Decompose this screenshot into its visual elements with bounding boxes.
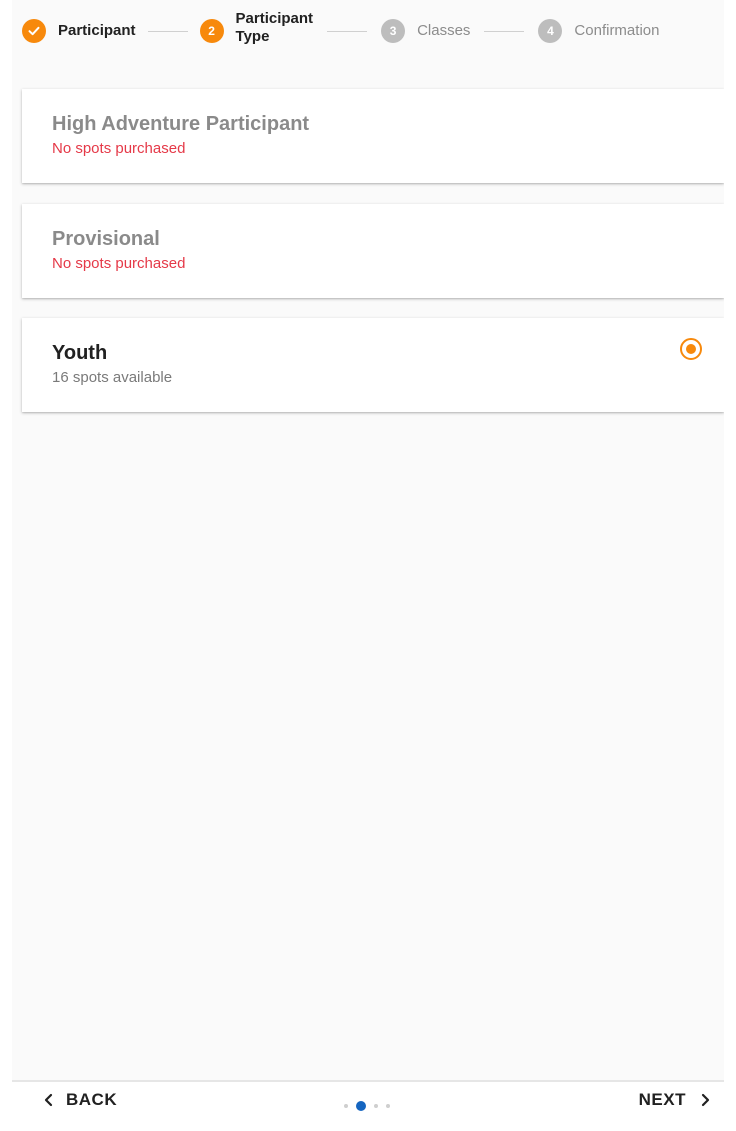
bottom-navigation-bar: BACK NEXT — [0, 1082, 736, 1131]
card-title: Youth — [52, 342, 108, 364]
stepper: Participant 2 Participant Type 3 Classes… — [12, 0, 724, 62]
back-button[interactable]: BACK — [42, 1090, 117, 1110]
card-title: High Adventure Participant — [52, 113, 310, 135]
step-connector — [147, 30, 188, 32]
step-label-classes: Classes — [417, 22, 471, 39]
card-availability: No spots purchased — [52, 255, 186, 272]
page-dot — [386, 1104, 390, 1108]
next-button[interactable]: NEXT — [639, 1090, 712, 1110]
step-connector — [484, 30, 525, 32]
page-indicator — [344, 1101, 398, 1111]
content-panel: Participant 2 Participant Type 3 Classes… — [12, 0, 724, 1080]
step-number-badge: 4 — [538, 19, 563, 43]
page-dot — [374, 1104, 378, 1108]
radio-dot — [686, 344, 696, 354]
back-label: BACK — [66, 1090, 118, 1109]
card-availability: No spots purchased — [52, 140, 186, 157]
chevron-right-icon — [701, 1093, 710, 1107]
chevron-left-icon — [44, 1093, 53, 1107]
app-window: Participant 2 Participant Type 3 Classes… — [0, 0, 736, 1131]
step-participant[interactable]: Participant — [22, 19, 136, 43]
step-number-badge: 3 — [381, 19, 406, 43]
step-label-line2: Type — [235, 28, 270, 45]
step-confirmation[interactable]: 4 Confirmation — [538, 19, 659, 43]
step-label-confirmation: Confirmation — [574, 22, 660, 39]
participant-type-card-youth[interactable]: Youth 16 spots available — [22, 318, 724, 412]
next-label: NEXT — [638, 1090, 686, 1109]
selected-radio-button[interactable] — [680, 338, 702, 360]
step-number-badge: 2 — [199, 19, 224, 43]
participant-type-card-high-adventure[interactable]: High Adventure Participant No spots purc… — [22, 89, 724, 183]
step-participant-type[interactable]: 2 Participant Type — [199, 10, 313, 46]
card-title: Provisional — [52, 228, 160, 250]
page-dot — [344, 1104, 348, 1108]
step-connector — [327, 30, 368, 32]
step-classes[interactable]: 3 Classes — [381, 19, 470, 43]
step-label-participant: Participant — [58, 22, 136, 39]
page-dot-active — [356, 1101, 366, 1111]
step-label-line1: Participant — [235, 10, 314, 27]
check-icon — [22, 19, 46, 43]
participant-type-card-provisional[interactable]: Provisional No spots purchased — [22, 204, 724, 298]
step-label-participant-type: Participant Type — [236, 10, 314, 46]
card-availability: 16 spots available — [52, 369, 173, 386]
